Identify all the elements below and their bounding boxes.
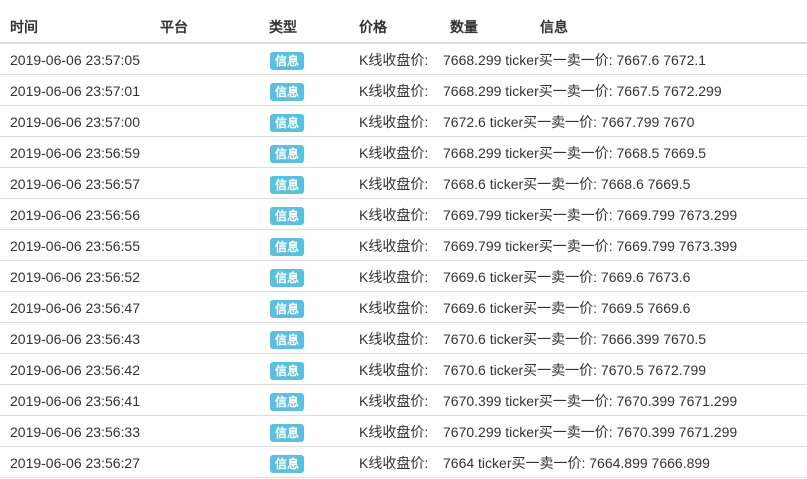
price-label: K线收盘价: <box>359 207 429 223</box>
log-message: 7668.6 ticker买一卖一价: 7668.6 7669.5 <box>443 176 691 192</box>
price-label: K线收盘价: <box>359 300 429 316</box>
column-header-amount[interactable]: 数量 <box>450 19 478 35</box>
table-row: 2019-06-06 23:56:42 信息 K线收盘价: 7670.6 tic… <box>0 354 807 385</box>
log-message: 7672.6 ticker买一卖一价: 7667.799 7670 <box>443 114 695 130</box>
table-row: 2019-06-06 23:56:47 信息 K线收盘价: 7669.6 tic… <box>0 292 807 323</box>
log-message: 7669.6 ticker买一卖一价: 7669.5 7669.6 <box>443 300 691 316</box>
log-time: 2019-06-06 23:56:57 <box>10 176 140 192</box>
type-badge-info: 信息 <box>270 176 305 194</box>
table-header: 时间 平台 类型 价格 数量 信息 <box>0 0 807 44</box>
price-label: K线收盘价: <box>359 362 429 378</box>
log-time: 2019-06-06 23:56:55 <box>10 238 140 254</box>
column-header-time[interactable]: 时间 <box>10 19 38 35</box>
log-time: 2019-06-06 23:56:56 <box>10 207 140 223</box>
type-badge-info: 信息 <box>270 83 305 101</box>
log-time: 2019-06-06 23:56:52 <box>10 269 140 285</box>
log-message: 7669.6 ticker买一卖一价: 7669.6 7673.6 <box>443 269 691 285</box>
log-time: 2019-06-06 23:56:42 <box>10 362 140 378</box>
log-message: 7669.799 ticker买一卖一价: 7669.799 7673.399 <box>443 238 738 254</box>
type-badge-info: 信息 <box>270 455 305 473</box>
type-badge-info: 信息 <box>270 238 305 256</box>
log-message: 7668.299 ticker买一卖一价: 7667.6 7672.1 <box>443 52 707 68</box>
log-message: 7670.6 ticker买一卖一价: 7666.399 7670.5 <box>443 331 707 347</box>
table-row: 2019-06-06 23:56:27 信息 K线收盘价: 7664 ticke… <box>0 447 807 478</box>
column-header-price[interactable]: 价格 <box>359 19 387 35</box>
table-row: 2019-06-06 23:57:00 信息 K线收盘价: 7672.6 tic… <box>0 106 807 137</box>
log-message: 7668.299 ticker买一卖一价: 7668.5 7669.5 <box>443 145 707 161</box>
table-row: 2019-06-06 23:57:05 信息 K线收盘价: 7668.299 t… <box>0 44 807 75</box>
log-message: 7664 ticker买一卖一价: 7664.899 7666.899 <box>443 455 710 471</box>
log-message: 7668.299 ticker买一卖一价: 7667.5 7672.299 <box>443 83 722 99</box>
type-badge-info: 信息 <box>270 145 305 163</box>
log-time: 2019-06-06 23:57:01 <box>10 83 140 99</box>
price-label: K线收盘价: <box>359 52 429 68</box>
type-badge-info: 信息 <box>270 300 305 318</box>
price-label: K线收盘价: <box>359 424 429 440</box>
log-time: 2019-06-06 23:56:59 <box>10 145 140 161</box>
column-header-type[interactable]: 类型 <box>269 19 297 35</box>
table-row: 2019-06-06 23:56:33 信息 K线收盘价: 7670.299 t… <box>0 416 807 447</box>
log-time: 2019-06-06 23:57:05 <box>10 52 140 68</box>
table-row: 2019-06-06 23:56:43 信息 K线收盘价: 7670.6 tic… <box>0 323 807 354</box>
price-label: K线收盘价: <box>359 145 429 161</box>
log-message: 7669.799 ticker买一卖一价: 7669.799 7673.299 <box>443 207 738 223</box>
log-time: 2019-06-06 23:57:00 <box>10 114 140 130</box>
price-label: K线收盘价: <box>359 114 429 130</box>
price-label: K线收盘价: <box>359 176 429 192</box>
table-row: 2019-06-06 23:56:56 信息 K线收盘价: 7669.799 t… <box>0 199 807 230</box>
log-time: 2019-06-06 23:56:33 <box>10 424 140 440</box>
type-badge-info: 信息 <box>270 331 305 349</box>
price-label: K线收盘价: <box>359 238 429 254</box>
table-row: 2019-06-06 23:57:01 信息 K线收盘价: 7668.299 t… <box>0 75 807 106</box>
log-time: 2019-06-06 23:56:43 <box>10 331 140 347</box>
price-label: K线收盘价: <box>359 455 429 471</box>
log-message: 7670.299 ticker买一卖一价: 7670.399 7671.299 <box>443 424 738 440</box>
column-header-platform[interactable]: 平台 <box>160 19 188 35</box>
type-badge-info: 信息 <box>270 362 305 380</box>
type-badge-info: 信息 <box>270 424 305 442</box>
table-row: 2019-06-06 23:56:41 信息 K线收盘价: 7670.399 t… <box>0 385 807 416</box>
table-row: 2019-06-06 23:56:55 信息 K线收盘价: 7669.799 t… <box>0 230 807 261</box>
table-body: 2019-06-06 23:57:05 信息 K线收盘价: 7668.299 t… <box>0 44 807 478</box>
log-time: 2019-06-06 23:56:27 <box>10 455 140 471</box>
log-time: 2019-06-06 23:56:47 <box>10 300 140 316</box>
type-badge-info: 信息 <box>270 207 305 225</box>
type-badge-info: 信息 <box>270 269 305 287</box>
type-badge-info: 信息 <box>270 393 305 411</box>
price-label: K线收盘价: <box>359 331 429 347</box>
log-table: 时间 平台 类型 价格 数量 信息 2019-06-06 23:57:05 信息… <box>0 0 807 478</box>
price-label: K线收盘价: <box>359 269 429 285</box>
price-label: K线收盘价: <box>359 83 429 99</box>
table-row: 2019-06-06 23:56:57 信息 K线收盘价: 7668.6 tic… <box>0 168 807 199</box>
table-row: 2019-06-06 23:56:52 信息 K线收盘价: 7669.6 tic… <box>0 261 807 292</box>
column-header-info[interactable]: 信息 <box>540 19 568 35</box>
type-badge-info: 信息 <box>270 114 305 132</box>
type-badge-info: 信息 <box>270 52 305 70</box>
log-message: 7670.399 ticker买一卖一价: 7670.399 7671.299 <box>443 393 738 409</box>
log-time: 2019-06-06 23:56:41 <box>10 393 140 409</box>
log-message: 7670.6 ticker买一卖一价: 7670.5 7672.799 <box>443 362 707 378</box>
table-row: 2019-06-06 23:56:59 信息 K线收盘价: 7668.299 t… <box>0 137 807 168</box>
price-label: K线收盘价: <box>359 393 429 409</box>
